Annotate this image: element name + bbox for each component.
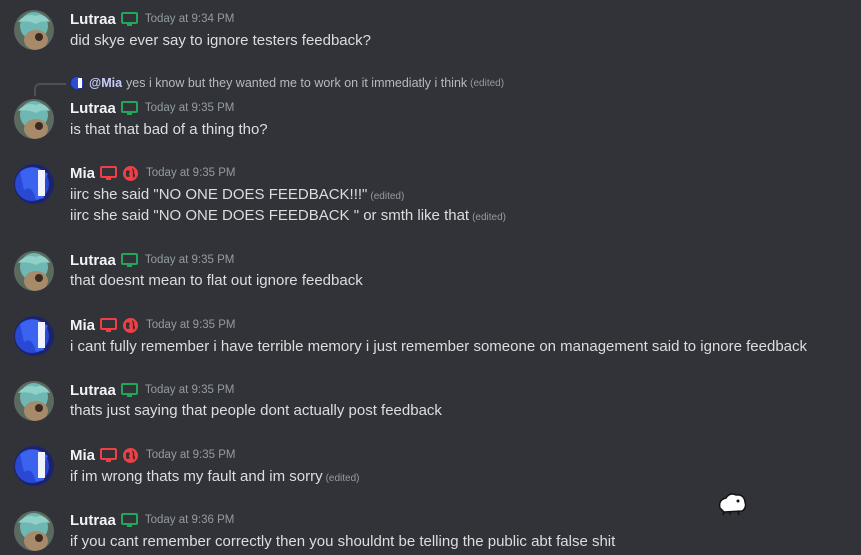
monitor-icon bbox=[120, 382, 138, 398]
avatar[interactable] bbox=[14, 381, 54, 421]
avatar[interactable] bbox=[14, 251, 54, 291]
reply-preview[interactable]: @Mia yes i know but they wanted me to wo… bbox=[70, 74, 504, 92]
globe-icon bbox=[122, 447, 139, 464]
message-text: is that that bad of a thing tho? bbox=[70, 121, 268, 138]
timestamp[interactable]: Today at 9:34 PM bbox=[145, 13, 235, 25]
timestamp[interactable]: Today at 9:35 PM bbox=[145, 254, 235, 266]
monitor-icon bbox=[120, 252, 138, 268]
monitor-icon bbox=[100, 165, 118, 181]
message-text: iirc she said "NO ONE DOES FEEDBACK!!!"(… bbox=[70, 186, 405, 203]
globe-icon bbox=[122, 165, 139, 182]
monitor-icon bbox=[120, 100, 138, 116]
monitor-icon bbox=[120, 11, 138, 27]
reply-connector bbox=[34, 83, 66, 96]
monitor-icon bbox=[100, 447, 118, 463]
username[interactable]: Mia bbox=[70, 165, 95, 182]
edited-label: (edited) bbox=[472, 212, 506, 223]
edited-label: (edited) bbox=[370, 191, 405, 202]
username[interactable]: Lutraa bbox=[70, 100, 116, 117]
monitor-icon bbox=[100, 317, 118, 333]
monitor-icon bbox=[120, 512, 138, 528]
message-text: i cant fully remember i have terrible me… bbox=[70, 338, 808, 355]
timestamp[interactable]: Today at 9:35 PM bbox=[146, 319, 236, 331]
reply-text: yes i know but they wanted me to work on… bbox=[126, 76, 468, 90]
globe-icon bbox=[122, 317, 139, 334]
avatar[interactable] bbox=[14, 164, 54, 204]
avatar bbox=[70, 76, 84, 90]
chat-messages: Lutraa Today at 9:34 PM did skye ever sa… bbox=[0, 0, 861, 555]
avatar[interactable] bbox=[14, 316, 54, 356]
reply-mention[interactable]: @Mia bbox=[89, 76, 122, 90]
avatar[interactable] bbox=[14, 10, 54, 50]
message-text: that doesnt mean to flat out ignore feed… bbox=[70, 272, 363, 289]
edited-label: (edited) bbox=[470, 77, 505, 89]
edited-label: (edited) bbox=[325, 473, 360, 484]
avatar[interactable] bbox=[14, 446, 54, 486]
timestamp[interactable]: Today at 9:36 PM bbox=[145, 514, 235, 526]
username[interactable]: Mia bbox=[70, 447, 95, 464]
message-text: iirc she said "NO ONE DOES FEEDBACK " or… bbox=[70, 207, 506, 224]
message-text: thats just saying that people dont actua… bbox=[70, 402, 442, 419]
timestamp[interactable]: Today at 9:35 PM bbox=[146, 167, 236, 179]
message-text: if you cant remember correctly then you … bbox=[70, 533, 616, 550]
timestamp[interactable]: Today at 9:35 PM bbox=[145, 384, 235, 396]
avatar[interactable] bbox=[14, 511, 54, 551]
username[interactable]: Lutraa bbox=[70, 382, 116, 399]
username[interactable]: Lutraa bbox=[70, 11, 116, 28]
avatar[interactable] bbox=[14, 99, 54, 139]
message-text: did skye ever say to ignore testers feed… bbox=[70, 32, 371, 49]
message-text: if im wrong thats my fault and im sorry(… bbox=[70, 468, 360, 485]
username[interactable]: Lutraa bbox=[70, 252, 116, 269]
username[interactable]: Lutraa bbox=[70, 512, 116, 529]
username[interactable]: Mia bbox=[70, 317, 95, 334]
timestamp[interactable]: Today at 9:35 PM bbox=[146, 449, 236, 461]
desktop-pet-icon bbox=[716, 490, 748, 521]
timestamp[interactable]: Today at 9:35 PM bbox=[145, 102, 235, 114]
